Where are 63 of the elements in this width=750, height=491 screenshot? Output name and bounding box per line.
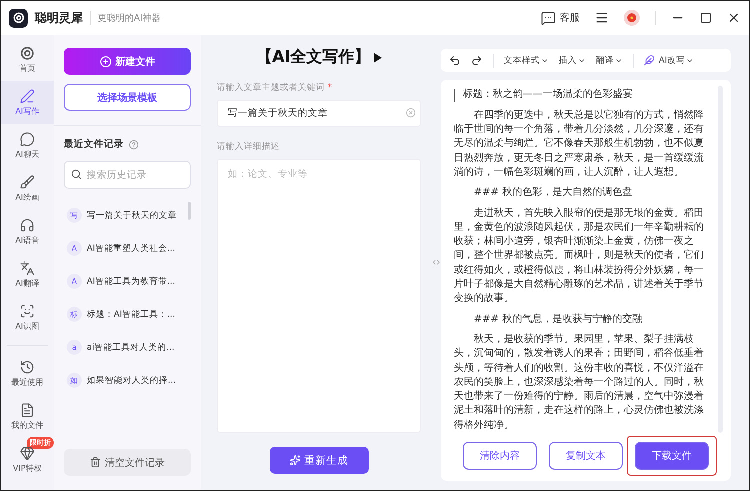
new-file-button[interactable]: 新建文件 [64, 48, 191, 75]
paragraph: 走进秋天，首先映入眼帘的便是那无垠的金黄。稻田里，金黄色的波浪随风起伏，那是农民们一年辛勤耕耘的收获；林间小道旁，银杏叶渐渐染上金黄，仿佛一夜之间，整个世界都被点亮。而枫叶，则是秋天的使者，它们或红得如火，或橙得似霞，将山林装扮得分外妖娆，每一片叶子都像是大自然精心雕琢的艺术品，讲述着关于季节变换的故事。 [454, 206, 705, 306]
paragraph: 秋天，是收获的季节。果园里，苹果、梨子挂满枝头，沉甸甸的，散发着诱人的果香；田野间，稻谷低垂着头颅，等待着人们的收割。这份丰收的喜悦，不仅洋溢在农民的笑脸上，也深深感染着每一个路过的人。同时，秋天也带来了一份难得的宁静。雨后的清晨，空气中弥漫着泥土和落叶的清新，走在这样的路上，心灵仿佛也被洗涤得格外纯净。 [454, 332, 705, 433]
feather-icon [644, 55, 655, 66]
scan-icon [20, 304, 35, 318]
regenerate-button[interactable]: 重新生成 [270, 447, 368, 474]
page-title: 【AI全文写作】 [256, 47, 371, 68]
app-slogan: 更聪明的AI神器 [98, 12, 161, 24]
trash-icon [90, 457, 101, 468]
app-name: 聪明灵犀 [35, 10, 83, 26]
undo-icon[interactable] [449, 54, 461, 67]
nav-item[interactable]: AI识图 [1, 296, 54, 339]
nav-item[interactable]: AI翻译 [1, 253, 54, 296]
nav-item[interactable]: AI写作 [1, 81, 54, 124]
diamond-icon [20, 446, 35, 460]
support-button[interactable]: 客服 [541, 10, 580, 26]
help-icon[interactable] [129, 140, 139, 150]
headphones-icon [20, 218, 35, 232]
toolbar-menu[interactable]: 插入 [559, 54, 586, 67]
ai-rewrite-menu[interactable]: AI改写 [644, 54, 694, 67]
pen-icon [20, 88, 35, 104]
field-label: 请输入详细描述 [217, 141, 281, 153]
close-icon[interactable] [727, 11, 741, 25]
nav-item[interactable]: 最近使用 [1, 352, 54, 395]
topic-input-field[interactable]: 写一篇关于秋天的文章 [217, 100, 421, 127]
section-title: 最近文件记录 [64, 138, 124, 151]
translate-icon [20, 260, 35, 276]
menu-icon[interactable] [595, 11, 609, 25]
template-button[interactable]: 选择场景模板 [64, 84, 191, 111]
plus-icon [100, 56, 112, 68]
scrollbar-thumb[interactable] [188, 202, 191, 220]
action-button[interactable]: 复制文本 [549, 442, 623, 470]
resize-handle-icon[interactable] [432, 258, 440, 267]
toolbar-menu[interactable]: 翻译 [596, 54, 623, 67]
nav-item[interactable]: AI绘画 [1, 167, 54, 210]
nav-item[interactable]: 我的文件 [1, 395, 54, 438]
sparkle-icon [290, 455, 300, 466]
nav-item[interactable]: AI聊天 [1, 124, 54, 167]
avatar-icon[interactable] [624, 10, 640, 26]
search-icon [71, 169, 82, 180]
action-button[interactable]: 清除内容 [463, 442, 537, 470]
nav-item[interactable]: 首页 [1, 38, 54, 81]
redo-icon[interactable] [471, 54, 483, 67]
brush-icon [20, 174, 35, 190]
maximize-icon[interactable] [700, 12, 712, 24]
clear-history-button[interactable]: 清空文件记录 [64, 449, 191, 476]
document-icon [20, 402, 35, 418]
document-title: 标题：秋之韵——一场温柔的色彩盛宴 [463, 88, 633, 102]
section-heading: ### 秋的气息，是收获与宁静的交融 [473, 312, 644, 327]
play-icon[interactable] [374, 52, 382, 62]
nav-item[interactable]: AI语音 [1, 210, 54, 253]
chat-bubble-icon [20, 132, 35, 146]
description-field[interactable]: 如：论文、专业等 [217, 159, 421, 433]
section-heading: ### 秋的色彩，是大自然的调色盘 [473, 186, 634, 200]
toolbar-menu[interactable]: 文本样式 [504, 54, 549, 67]
action-button[interactable]: 下载文件 [635, 442, 709, 470]
app-logo-icon [9, 8, 28, 28]
logo-icon [20, 46, 35, 60]
chat-icon [541, 10, 556, 26]
paragraph: 在四季的更迭中，秋天总是以它独有的方式，悄然降临于世间的每一个角落，带着几分淡然，几分深邃，还有无尽的温柔与绚烂。它不像春天那般生机勃勃，也不似夏日热烈奔放，更无冬日之严寒肃杀，秋天，是一首缓缓流淌的诗，一幅色彩斑斓的画，让人沉醉，让人遐想。 [454, 108, 705, 180]
clock-icon [20, 360, 35, 374]
search-field[interactable]: 搜索历史记录 [64, 161, 191, 189]
field-label: 请输入文章主题或者关键词 * [217, 82, 333, 94]
